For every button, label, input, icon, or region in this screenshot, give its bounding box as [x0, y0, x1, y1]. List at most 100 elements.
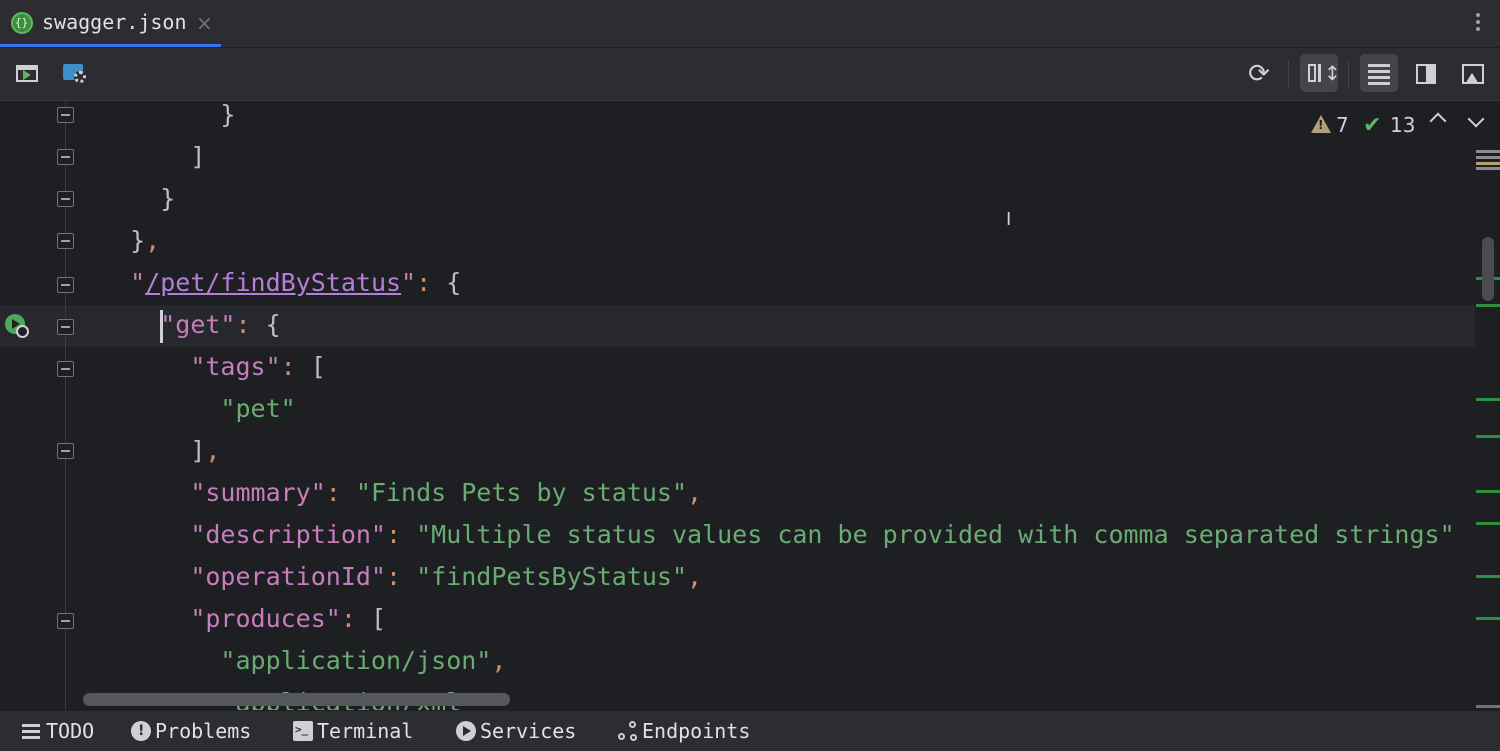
code-token: :	[385, 562, 417, 591]
fold-marker[interactable]	[57, 361, 74, 377]
code-line[interactable]: ]	[100, 136, 205, 178]
code-token: "Multiple status values can be provided …	[416, 520, 1455, 549]
code-token: }	[160, 184, 176, 213]
fold-marker[interactable]	[57, 319, 74, 335]
services-label: Services	[480, 719, 577, 743]
error-stripe-mark[interactable]	[1476, 304, 1500, 307]
fold-marker[interactable]	[57, 191, 74, 207]
code-token: "	[401, 268, 417, 297]
more-options-icon[interactable]	[1470, 10, 1486, 36]
error-stripe-mark[interactable]	[1476, 490, 1500, 493]
code-token: "Finds Pets by status"	[355, 478, 688, 507]
code-line[interactable]: "description": "Multiple status values c…	[100, 514, 1455, 556]
terminal-label: Terminal	[317, 719, 414, 743]
code-line[interactable]: },	[100, 220, 160, 262]
code-token: "findPetsByStatus"	[416, 562, 688, 591]
weak-warning-check-icon[interactable]: ✔	[1363, 115, 1381, 137]
code-token: :	[385, 520, 417, 549]
code-editor[interactable]: } ] } }, "/pet/findByStatus": { "get": {…	[0, 101, 1500, 710]
swagger-folder-icon[interactable]	[60, 58, 92, 90]
vertical-scrollbar[interactable]	[1482, 237, 1494, 301]
toolbar-separator	[1348, 60, 1349, 88]
code-token: "summary"	[190, 478, 326, 507]
warning-count[interactable]: 7	[1336, 113, 1349, 139]
code-line[interactable]: "operationId": "findPetsByStatus",	[100, 556, 702, 598]
code-line[interactable]: "pet"	[100, 388, 296, 430]
code-token: ,	[205, 436, 221, 465]
code-line[interactable]: }	[100, 178, 175, 220]
error-stripe-mark[interactable]	[1476, 617, 1500, 620]
todo-tool-button[interactable]: TODO	[22, 711, 94, 751]
editor-only-icon[interactable]	[1360, 54, 1398, 92]
code-line[interactable]: "produces": [	[100, 598, 386, 640]
code-line[interactable]: "/pet/findByStatus": {	[100, 262, 461, 304]
error-stripe-mark[interactable]	[1476, 167, 1500, 170]
error-stripe-mark[interactable]	[1476, 156, 1500, 159]
code-token: {	[265, 310, 281, 339]
warning-icon[interactable]	[1311, 115, 1331, 133]
fold-marker[interactable]	[57, 107, 74, 123]
image-preview-icon[interactable]	[1457, 58, 1489, 90]
terminal-tool-button[interactable]: Terminal	[293, 711, 413, 751]
services-tool-button[interactable]: Services	[456, 711, 576, 751]
code-token: "pet"	[220, 394, 296, 423]
editor-tab-bar: swagger.json ×	[0, 0, 1500, 48]
error-stripe-mark[interactable]	[1476, 162, 1500, 165]
weak-warning-count[interactable]: 13	[1390, 113, 1415, 139]
code-token: :	[340, 604, 371, 633]
toolbar-separator	[1288, 60, 1289, 88]
fold-marker[interactable]	[57, 443, 74, 459]
error-stripe-mark[interactable]	[1476, 150, 1500, 153]
code-token: }	[220, 101, 236, 129]
code-token: :	[325, 478, 356, 507]
fold-marker[interactable]	[57, 277, 74, 293]
fold-marker[interactable]	[57, 149, 74, 165]
code-line[interactable]: "summary": "Finds Pets by status",	[100, 472, 702, 514]
code-token: "produces"	[190, 604, 341, 633]
code-token: ,	[145, 226, 161, 255]
fold-marker[interactable]	[57, 233, 74, 249]
error-stripe-mark[interactable]	[1476, 398, 1500, 401]
previous-highlight-icon[interactable]	[1429, 112, 1447, 130]
refresh-icon[interactable]: ⟳	[1243, 58, 1275, 90]
preview-panel-icon[interactable]	[1410, 58, 1442, 90]
services-icon	[456, 721, 476, 741]
problems-tool-button[interactable]: Problems	[131, 711, 251, 751]
code-token: ]	[190, 436, 206, 465]
next-highlight-icon[interactable]	[1467, 110, 1485, 128]
tool-window-bar: TODO Problems Terminal Services Endpoint…	[0, 710, 1500, 751]
close-tab-icon[interactable]: ×	[196, 11, 213, 35]
code-line[interactable]: "tags": [	[100, 346, 325, 388]
editor-and-preview-icon[interactable]: ↕	[1300, 54, 1341, 92]
code-token: /pet/findByStatus	[145, 268, 402, 297]
code-line[interactable]: "application/json",	[100, 640, 506, 682]
run-icon[interactable]	[12, 58, 44, 90]
terminal-icon	[293, 721, 313, 741]
tab-label: swagger.json	[42, 10, 187, 34]
error-stripe-mark[interactable]	[1476, 575, 1500, 578]
code-line[interactable]: "get": {	[100, 304, 281, 346]
code-token: ,	[687, 562, 703, 591]
code-line[interactable]: }	[100, 101, 235, 136]
error-stripe-mark[interactable]	[1476, 705, 1500, 708]
tab-swagger-json[interactable]: swagger.json ×	[0, 0, 221, 47]
editor-toolbar: ⟳ ↕	[0, 48, 1500, 101]
horizontal-scrollbar[interactable]	[83, 693, 510, 706]
code-token: "tags"	[190, 352, 281, 381]
code-token: "operationId"	[190, 562, 386, 591]
code-line[interactable]: ],	[100, 430, 220, 472]
error-stripe-mark[interactable]	[1476, 522, 1500, 525]
fold-marker[interactable]	[57, 613, 74, 629]
error-stripe-mark[interactable]	[1476, 435, 1500, 438]
run-request-gutter-icon[interactable]	[5, 314, 29, 338]
endpoints-tool-button[interactable]: Endpoints	[618, 711, 750, 751]
json-file-icon	[11, 12, 33, 34]
list-icon	[22, 721, 42, 741]
